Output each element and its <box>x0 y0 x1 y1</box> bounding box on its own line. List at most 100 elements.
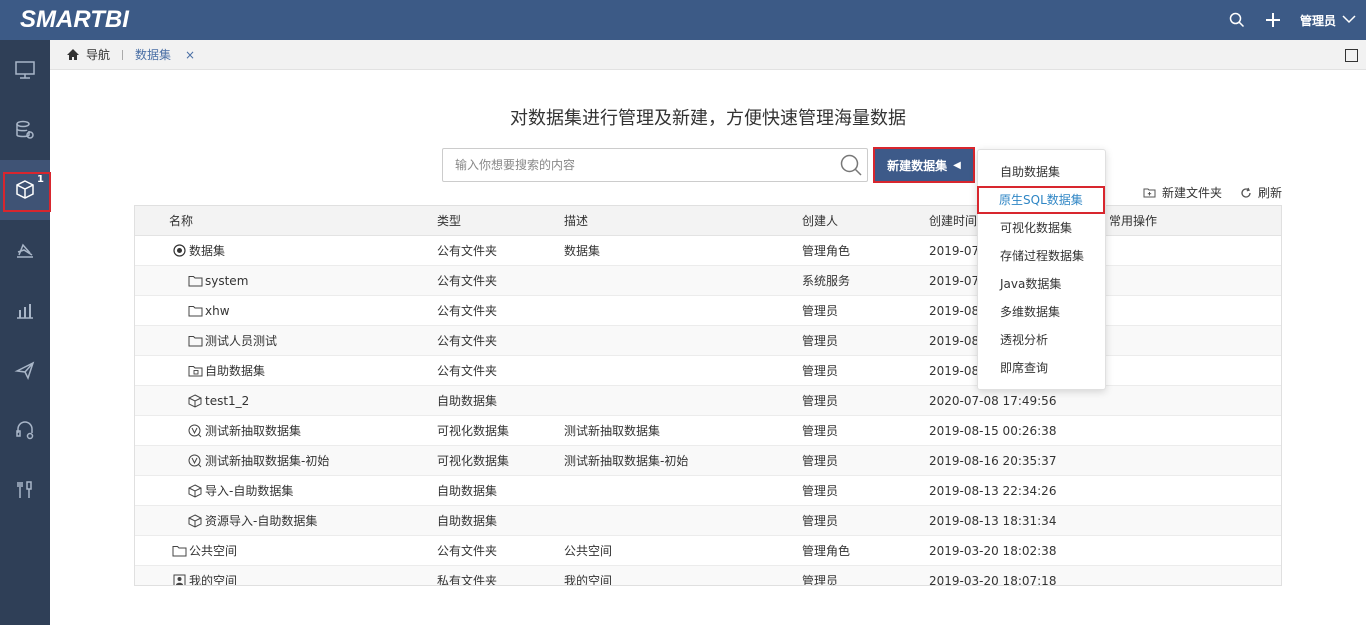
table-row[interactable]: 数据集 公有文件夹 数据集 管理角色 2019-07 <box>135 236 1281 266</box>
cell-type: 公有文件夹 <box>437 274 498 288</box>
cell-name[interactable]: 数据集 <box>135 242 437 259</box>
tab-close-icon[interactable]: × <box>185 48 195 62</box>
col-header-name[interactable]: 名称 <box>135 212 437 229</box>
col-header-type[interactable]: 类型 <box>437 212 564 229</box>
app-logo[interactable]: SMARTBI <box>20 6 129 34</box>
cell-name[interactable]: system <box>135 273 437 289</box>
cell-time: 2019-03-20 18:07:18 <box>929 573 1057 586</box>
row-name-label: 自助数据集 <box>205 364 266 378</box>
table-header: 名称 类型 描述 创建人 创建时间 常用操作 <box>135 206 1281 236</box>
cell-name[interactable]: 测试人员测试 <box>135 332 437 349</box>
sidebar-item-dataset[interactable]: 1 <box>0 160 51 220</box>
search-icon[interactable] <box>1228 11 1246 29</box>
table-row[interactable]: system 公有文件夹 系统服务 2019-07 <box>135 266 1281 296</box>
table-row[interactable]: 自助数据集 公有文件夹 管理员 2019-08 <box>135 356 1281 386</box>
refresh-button[interactable]: 刷新 <box>1240 184 1282 201</box>
sidebar-item-service[interactable] <box>0 400 50 460</box>
visual-dataset-icon <box>187 453 203 469</box>
user-menu[interactable]: 管理员 <box>1300 12 1336 29</box>
cell-type: 公有文件夹 <box>437 244 498 258</box>
paper-plane-icon <box>14 361 35 380</box>
menu-item-pivot-analysis[interactable]: 透视分析 <box>978 326 1105 354</box>
maximize-icon[interactable] <box>1345 49 1358 62</box>
new-folder-button[interactable]: 新建文件夹 <box>1143 184 1222 201</box>
new-dataset-dropdown: 自助数据集 原生SQL数据集 可视化数据集 存储过程数据集 Java数据集 多维… <box>977 149 1106 390</box>
col-header-creator[interactable]: 创建人 <box>802 212 929 229</box>
table-row[interactable]: 资源导入-自助数据集 自助数据集 管理员 2019-08-13 18:31:34 <box>135 506 1281 536</box>
tab-home[interactable]: 导航 <box>66 46 110 63</box>
cell-name[interactable]: 测试新抽取数据集-初始 <box>135 452 437 469</box>
sidebar-item-system[interactable] <box>0 460 50 520</box>
table-body: 数据集 公有文件夹 数据集 管理角色 2019-07 system 公有文件夹 系统服务 201… <box>135 236 1281 586</box>
search-input[interactable] <box>443 149 823 181</box>
cell-creator: 管理员 <box>802 424 839 438</box>
table-row[interactable]: 测试新抽取数据集-初始 可视化数据集 测试新抽取数据集-初始 管理员 2019-08-1… <box>135 446 1281 476</box>
new-dataset-button[interactable]: 新建数据集 ◀ <box>873 147 975 183</box>
cube-icon <box>187 483 203 499</box>
table-row[interactable]: 测试新抽取数据集 可视化数据集 测试新抽取数据集 管理员 2019-08-15 00:2… <box>135 416 1281 446</box>
cell-name[interactable]: 自助数据集 <box>135 362 437 379</box>
table-row[interactable]: xhw 公有文件夹 管理员 2019-08 <box>135 296 1281 326</box>
cell-desc: 公共空间 <box>564 544 613 558</box>
sidebar-item-publish[interactable] <box>0 340 50 400</box>
row-name-label: xhw <box>205 303 230 318</box>
home-icon <box>67 49 79 60</box>
cell-type: 公有文件夹 <box>437 364 498 378</box>
cell-name[interactable]: test1_2 <box>135 393 437 409</box>
tab-dataset[interactable]: 数据集 × <box>135 46 195 63</box>
cell-type: 公有文件夹 <box>437 334 498 348</box>
table-row[interactable]: test1_2 自助数据集 管理员 2020-07-08 17:49:56 <box>135 386 1281 416</box>
sidebar-item-analysis[interactable] <box>0 220 50 280</box>
table-row[interactable]: 公共空间 公有文件夹 公共空间 管理角色 2019-03-20 18:02:38 <box>135 536 1281 566</box>
cell-creator: 管理员 <box>802 334 839 348</box>
cell-name[interactable]: 公共空间 <box>135 542 437 559</box>
menu-item-multidim-dataset[interactable]: 多维数据集 <box>978 298 1105 326</box>
cell-time: 2019-03-20 18:02:38 <box>929 543 1057 558</box>
cell-name[interactable]: 资源导入-自助数据集 <box>135 512 437 529</box>
menu-item-native-sql-dataset[interactable]: 原生SQL数据集 <box>977 186 1105 214</box>
row-name-label: 数据集 <box>189 244 226 258</box>
cell-creator: 管理角色 <box>802 544 851 558</box>
sidebar-item-home[interactable] <box>0 40 50 100</box>
cell-creator: 管理员 <box>802 514 839 528</box>
cell-name[interactable]: xhw <box>135 303 437 319</box>
cube-icon <box>16 180 34 199</box>
tab-dataset-label: 数据集 <box>135 48 172 62</box>
new-dataset-label: 新建数据集 <box>887 158 948 173</box>
col-header-desc[interactable]: 描述 <box>564 212 802 229</box>
menu-item-adhoc-query[interactable]: 即席查询 <box>978 354 1105 382</box>
search-icon[interactable] <box>839 153 863 177</box>
table-row[interactable]: 导入-自助数据集 自助数据集 管理员 2019-08-13 22:34:26 <box>135 476 1281 506</box>
menu-item-java-dataset[interactable]: Java数据集 <box>978 270 1105 298</box>
row-name-label: test1_2 <box>205 393 250 408</box>
cell-name[interactable]: 导入-自助数据集 <box>135 482 437 499</box>
folder-icon <box>171 543 187 559</box>
table-row[interactable]: 我的空间 私有文件夹 我的空间 管理员 2019-03-20 18:07:18 <box>135 566 1281 586</box>
refresh-label: 刷新 <box>1257 186 1282 200</box>
sidebar-item-report[interactable] <box>0 280 50 340</box>
plus-icon[interactable] <box>1264 11 1282 29</box>
top-bar: SMARTBI 管理员 <box>0 0 1366 40</box>
cell-time: 2019-08-13 22:34:26 <box>929 483 1057 498</box>
menu-item-self-service-dataset[interactable]: 自助数据集 <box>978 158 1105 186</box>
bar-chart-icon <box>17 304 33 319</box>
menu-item-visual-dataset[interactable]: 可视化数据集 <box>978 214 1105 242</box>
cell-name[interactable]: 我的空间 <box>135 572 437 585</box>
menu-item-stored-procedure-dataset[interactable]: 存储过程数据集 <box>978 242 1105 270</box>
cell-creator: 管理员 <box>802 394 839 408</box>
cell-type: 自助数据集 <box>437 484 498 498</box>
new-folder-icon <box>1143 188 1156 198</box>
table-row[interactable]: 测试人员测试 公有文件夹 管理员 2019-08 <box>135 326 1281 356</box>
row-name-label: system <box>205 273 249 288</box>
folder-icon <box>187 303 203 319</box>
page-headline: 对数据集进行管理及新建，方便快速管理海量数据 <box>510 108 906 129</box>
cell-creator: 管理员 <box>802 454 839 468</box>
tools-icon <box>17 481 32 498</box>
row-name-label: 测试人员测试 <box>205 334 278 348</box>
chevron-down-icon[interactable] <box>1342 13 1356 27</box>
search-field[interactable] <box>442 148 868 182</box>
cell-name[interactable]: 测试新抽取数据集 <box>135 422 437 439</box>
notification-badge: 1 <box>37 174 44 185</box>
dataset-table: 名称 类型 描述 创建人 创建时间 常用操作 数据集 公有文件夹 数据集 管理角色 20… <box>134 205 1282 586</box>
cube-icon <box>187 393 203 409</box>
